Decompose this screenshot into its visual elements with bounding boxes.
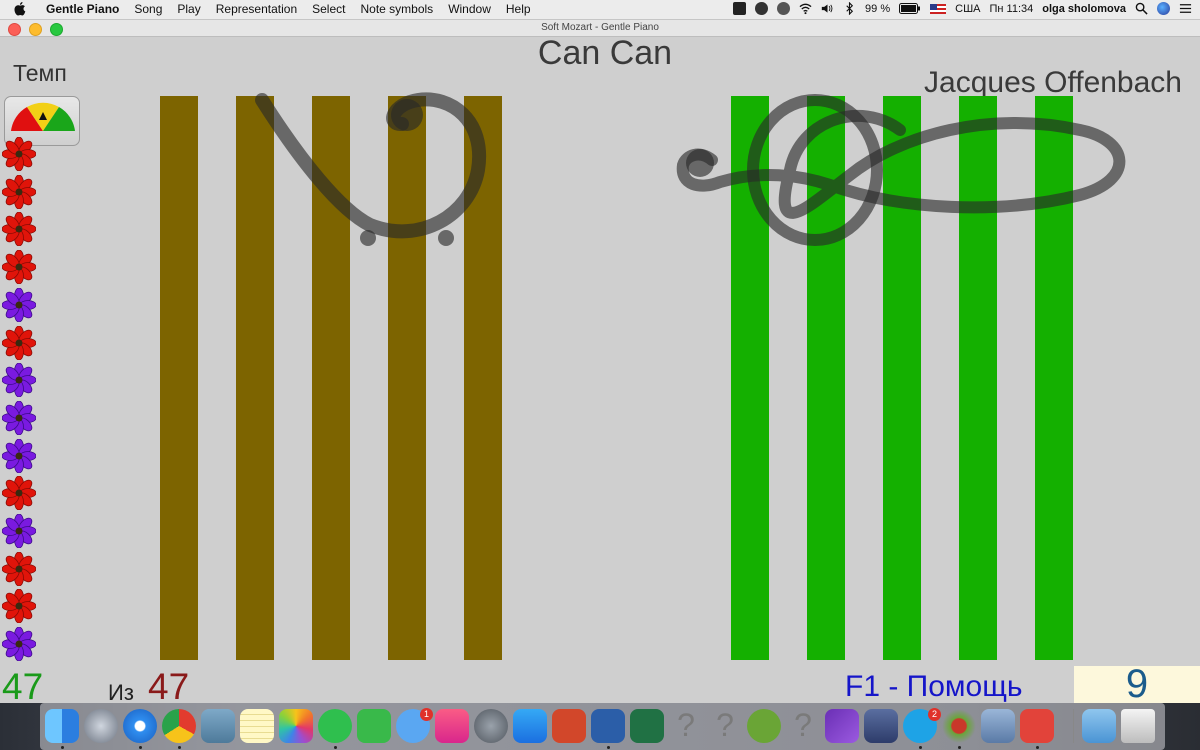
running-indicator bbox=[958, 746, 961, 749]
menu-window[interactable]: Window bbox=[448, 2, 491, 16]
window-title: Soft Mozart - Gentle Piano bbox=[541, 22, 659, 33]
purple-flower-icon bbox=[2, 514, 36, 548]
score-value: 9 bbox=[1125, 662, 1149, 706]
tempo-label: Темп bbox=[13, 60, 67, 86]
treble-staff-line[interactable] bbox=[959, 96, 997, 660]
safari-icon[interactable] bbox=[123, 709, 157, 743]
user-name[interactable]: olga sholomova bbox=[1042, 3, 1126, 15]
purple-flower-icon bbox=[2, 438, 36, 473]
bass-staff-line[interactable] bbox=[388, 96, 426, 660]
red-flower-icon bbox=[2, 589, 36, 624]
composer-name: Jacques Offenbach bbox=[924, 66, 1182, 99]
treble-staff-line[interactable] bbox=[1035, 96, 1073, 660]
whatsapp-icon[interactable] bbox=[318, 709, 352, 743]
preview-icon[interactable] bbox=[201, 709, 235, 743]
activity-icon[interactable] bbox=[777, 2, 791, 15]
siri-icon[interactable] bbox=[1157, 2, 1170, 15]
red-flower-icon bbox=[2, 551, 36, 586]
app-store-icon[interactable] bbox=[513, 709, 547, 743]
dock: 1 ? ? ? 2 bbox=[0, 703, 1200, 750]
running-indicator bbox=[178, 746, 181, 749]
bass-staff-line[interactable] bbox=[236, 96, 274, 660]
image-capture-icon[interactable] bbox=[981, 709, 1015, 743]
music-icon[interactable] bbox=[435, 709, 469, 743]
score-box: 9 bbox=[1074, 662, 1200, 706]
unknown-app-icon[interactable]: ? bbox=[708, 707, 742, 743]
purple-flower-icon bbox=[2, 363, 36, 398]
red-flower-icon bbox=[2, 212, 36, 247]
battery-percent: 99 % bbox=[865, 2, 891, 15]
purple-flower-icon bbox=[2, 287, 36, 322]
apple-menu-icon[interactable] bbox=[14, 2, 26, 16]
search-icon[interactable] bbox=[1135, 2, 1148, 15]
red-flower-icon bbox=[2, 325, 36, 360]
chrome-icon[interactable] bbox=[162, 709, 196, 743]
menu-select[interactable]: Select bbox=[312, 2, 345, 16]
notification-center-icon[interactable] bbox=[1179, 2, 1192, 15]
menu-app-name[interactable]: Gentle Piano bbox=[46, 2, 119, 16]
help-hint[interactable]: F1 - Помощь bbox=[845, 670, 1023, 704]
unknown-app-icon[interactable]: ? bbox=[669, 707, 703, 743]
menu-help[interactable]: Help bbox=[506, 2, 531, 16]
music-app-icon[interactable] bbox=[942, 709, 976, 743]
running-indicator bbox=[1036, 746, 1039, 749]
messages-badge: 1 bbox=[420, 708, 433, 721]
red-flower-icon bbox=[2, 174, 36, 209]
word-icon[interactable] bbox=[591, 709, 625, 743]
photos-icon[interactable] bbox=[279, 709, 313, 743]
anydesk-icon[interactable] bbox=[1020, 709, 1054, 743]
sync-icon[interactable] bbox=[755, 2, 769, 15]
menu-representation[interactable]: Representation bbox=[216, 2, 297, 16]
volume-icon[interactable] bbox=[821, 2, 834, 15]
bass-staff-line[interactable] bbox=[312, 96, 350, 660]
bluetooth-icon[interactable] bbox=[843, 2, 856, 15]
notes-icon[interactable] bbox=[240, 709, 274, 743]
clock[interactable]: Пн 11:34 bbox=[990, 3, 1034, 15]
red-flower-icon bbox=[2, 137, 36, 171]
trash-icon[interactable] bbox=[1121, 709, 1155, 743]
us-flag-icon[interactable] bbox=[930, 3, 947, 14]
utorrent-icon[interactable] bbox=[747, 709, 781, 743]
system-preferences-icon[interactable] bbox=[474, 709, 508, 743]
treble-staff-line[interactable] bbox=[883, 96, 921, 660]
facetime-icon[interactable] bbox=[357, 709, 391, 743]
bass-staff-line[interactable] bbox=[160, 96, 198, 660]
menu-note-symbols[interactable]: Note symbols bbox=[360, 2, 433, 16]
treble-staff-line[interactable] bbox=[807, 96, 845, 660]
red-flower-icon bbox=[2, 250, 36, 285]
skype-badge: 2 bbox=[928, 708, 941, 721]
excel-icon[interactable] bbox=[630, 709, 664, 743]
parental-alert-icon[interactable] bbox=[733, 2, 747, 15]
running-indicator bbox=[607, 746, 610, 749]
downloads-folder-icon[interactable] bbox=[1082, 709, 1116, 743]
notes-played-count: 47 bbox=[2, 666, 44, 707]
remote-desktop-icon[interactable] bbox=[864, 709, 898, 743]
treble-staff-line[interactable] bbox=[731, 96, 769, 660]
bass-staff-line[interactable] bbox=[464, 96, 502, 660]
visual-studio-icon[interactable] bbox=[825, 709, 859, 743]
menu-play[interactable]: Play bbox=[177, 2, 200, 16]
menu-bar: Gentle Piano Song Play Representation Se… bbox=[0, 0, 1200, 20]
purple-flower-icon bbox=[2, 627, 36, 662]
input-source[interactable]: США bbox=[955, 3, 980, 15]
unknown-app-icon[interactable]: ? bbox=[786, 707, 820, 743]
running-indicator bbox=[334, 746, 337, 749]
purple-flower-icon bbox=[2, 400, 36, 435]
powerpoint-icon[interactable] bbox=[552, 709, 586, 743]
dock-separator bbox=[1073, 709, 1074, 743]
launchpad-icon[interactable] bbox=[84, 709, 118, 743]
notes-total-count: 47 bbox=[148, 666, 190, 707]
running-indicator bbox=[919, 746, 922, 749]
running-indicator bbox=[61, 746, 64, 749]
finder-icon[interactable] bbox=[45, 709, 79, 743]
menu-song[interactable]: Song bbox=[134, 2, 162, 16]
bass-clef-icon bbox=[255, 92, 487, 239]
wifi-icon[interactable] bbox=[799, 2, 812, 15]
red-flower-icon bbox=[2, 476, 36, 511]
running-indicator bbox=[139, 746, 142, 749]
battery-icon[interactable] bbox=[899, 3, 921, 14]
